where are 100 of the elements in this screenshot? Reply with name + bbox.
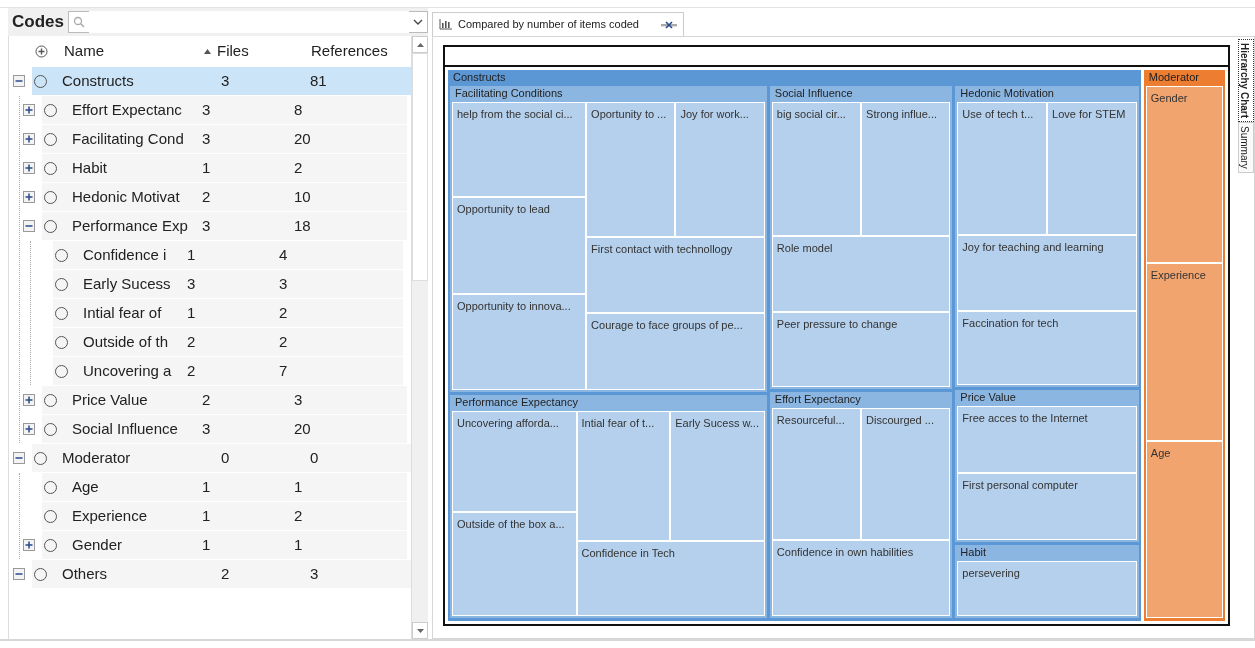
expand-toggle[interactable]: [23, 539, 35, 551]
side-tab[interactable]: Hierarchy Chart: [1238, 39, 1254, 123]
treemap-group[interactable]: Habit persevering: [955, 545, 1139, 618]
treemap-group[interactable]: Moderator Gender Experience Age: [1143, 70, 1225, 621]
collapse-toggle[interactable]: [13, 568, 25, 580]
tree-row[interactable]: Age 1 1: [42, 473, 407, 501]
expand-toggle[interactable]: [23, 423, 35, 435]
treemap-group[interactable]: [448, 70, 1141, 621]
treemap-tile[interactable]: Strong influe...: [861, 102, 951, 236]
dropdown-caret-icon[interactable]: [413, 18, 423, 26]
name-cell-text: Others: [62, 563, 108, 584]
group-label: Effort Expectancy: [773, 391, 862, 407]
files-cell-text: 3: [202, 215, 212, 236]
tree-row[interactable]: Constructs 3 81: [32, 67, 411, 95]
tree-row[interactable]: Experience 1 2: [42, 502, 407, 530]
column-header[interactable]: References: [311, 39, 411, 63]
treemap-tile[interactable]: Uncovering afforda...: [452, 410, 577, 513]
tree-row[interactable]: Uncovering a 2 7: [53, 357, 403, 385]
scroll-thumb[interactable]: [412, 53, 428, 281]
tree-row[interactable]: Habit 1 2: [42, 154, 407, 182]
search-field[interactable]: [67, 11, 428, 33]
tree-row[interactable]: Facilitating Cond 3 20: [42, 125, 407, 153]
treemap-tile[interactable]: Oportunity to ...: [586, 102, 676, 237]
treemap-tile[interactable]: Early Sucess w...: [670, 410, 765, 542]
treemap-tile[interactable]: Peer pressure to change: [771, 312, 951, 387]
expand-toggle[interactable]: [23, 191, 35, 203]
treemap-tile[interactable]: Intial fear of t...: [576, 410, 671, 542]
treemap-tile[interactable]: First personal computer: [957, 472, 1137, 541]
treemap-tile[interactable]: Age: [1145, 440, 1223, 618]
treemap-tile[interactable]: Joy for teaching and learning: [957, 235, 1137, 312]
treemap-tile[interactable]: Gender: [1145, 86, 1223, 264]
treemap-tile[interactable]: Confidence in Tech: [576, 541, 765, 616]
search-icon: [72, 16, 85, 28]
treemap-tile[interactable]: big social cir...: [771, 102, 862, 236]
collapse-toggle[interactable]: [23, 220, 35, 232]
treemap-tile[interactable]: Outside of the box a...: [452, 512, 577, 616]
treemap-tile[interactable]: Discourged ...: [861, 407, 951, 540]
treemap-tile[interactable]: Love for STEM: [1047, 102, 1137, 236]
treemap-tile[interactable]: Resourceful...: [771, 407, 862, 540]
column-header[interactable]: Name: [64, 39, 203, 63]
references-cell-text: 7: [279, 360, 288, 381]
treemap-group[interactable]: Performance Expectancy Uncovering afforda... Outside of the box a... Intial fear of t... Early Sucess w... Confidence in Tech: [450, 394, 767, 618]
treemap-group[interactable]: Facilitating Conditions help from the social ci... Opportunity to lead Opportunity to innova... Oportunity to ... Joy for work... First contact with technollogy Courage to face groups of pe...: [450, 86, 767, 392]
name-cell-text: Age: [72, 476, 100, 497]
treemap-group[interactable]: Social Influence big social cir... Strong influe... Role model Peer pressure to change: [769, 86, 953, 389]
side-tab[interactable]: Summary: [1238, 122, 1254, 173]
expand-toggle[interactable]: [23, 394, 35, 406]
tree-row[interactable]: Social Influence 3 20: [42, 415, 407, 443]
files-cell-text: 2: [202, 389, 212, 410]
treemap-group[interactable]: Hedonic Motivation Use of tech t... Love for STEM Joy for teaching and learning Faccination for tech: [955, 86, 1139, 388]
treemap-tile[interactable]: Role model: [771, 235, 951, 313]
treemap-tile[interactable]: Use of tech t...: [957, 102, 1048, 236]
treemap-group[interactable]: Effort Expectancy Resourceful... Discourged ... Confidence in own habilities: [769, 391, 953, 618]
tree-row[interactable]: Intial fear of 1 2: [53, 299, 403, 327]
tree-row[interactable]: Outside of th 2 2: [53, 328, 403, 356]
expand-toggle[interactable]: [23, 104, 35, 116]
treemap-tile[interactable]: First contact with technollogy: [586, 236, 765, 313]
scroll-up-button[interactable]: [412, 36, 428, 53]
expand-toggle[interactable]: [23, 162, 35, 174]
treemap-tile[interactable]: Courage to face groups of pe...: [586, 312, 765, 390]
chart-tab[interactable]: Compared by number of items coded: [432, 12, 684, 36]
treemap-tile[interactable]: Confidence in own habilities: [771, 539, 951, 616]
close-icon[interactable]: [661, 20, 677, 29]
treemap-tile[interactable]: persevering: [957, 561, 1137, 616]
treemap-tile[interactable]: help from the social ci...: [452, 102, 587, 198]
name-cell-text: Social Influence: [72, 418, 179, 439]
treemap-tile[interactable]: Free acces to the Internet: [957, 406, 1137, 473]
references-cell-text: 18: [294, 215, 311, 236]
tree-row[interactable]: Gender 1 1: [42, 531, 407, 559]
files-cell-text: 1: [202, 157, 212, 178]
files-cell-text: 1: [202, 476, 212, 497]
files-cell-text: 3: [202, 128, 212, 149]
tree-row[interactable]: Performance Exp 3 18: [42, 212, 407, 240]
tree-row[interactable]: Early Sucess 3 3: [53, 270, 403, 298]
scrollbar[interactable]: [411, 36, 428, 639]
tree-row[interactable]: Hedonic Motivat 2 10: [42, 183, 407, 211]
scroll-down-button[interactable]: [412, 622, 428, 639]
treemap-tile[interactable]: Joy for work...: [675, 102, 765, 237]
tree-row[interactable]: Others 2 3: [32, 560, 411, 588]
group-label: Price Value: [959, 390, 1017, 406]
collapse-toggle[interactable]: [13, 452, 25, 464]
expand-toggle[interactable]: [23, 133, 35, 145]
name-cell-text: Intial fear of: [83, 302, 163, 323]
name-cell-text: Confidence i: [83, 244, 168, 265]
treemap-tile[interactable]: Opportunity to lead: [452, 197, 587, 294]
treemap-group[interactable]: Price Value Free acces to the Internet First personal computer: [955, 390, 1139, 543]
tree-row[interactable]: Effort Expectanc 3 8: [42, 96, 407, 124]
expand-all-icon[interactable]: [35, 44, 48, 58]
column-header[interactable]: Files: [217, 39, 249, 63]
references-cell-text: 8: [294, 99, 303, 120]
treemap-tile[interactable]: Faccination for tech: [957, 311, 1137, 386]
tree-row[interactable]: Price Value 2 3: [42, 386, 407, 414]
files-cell-text: 1: [202, 534, 212, 555]
collapse-toggle[interactable]: [13, 75, 25, 87]
tree-row[interactable]: Moderator 0 0: [32, 444, 411, 472]
tree-row[interactable]: Confidence i 1 4: [53, 241, 403, 269]
treemap-tile[interactable]: Experience: [1145, 263, 1223, 441]
files-cell-text: 0: [221, 447, 231, 468]
treemap-tile[interactable]: Opportunity to innova...: [452, 293, 587, 390]
name-cell-text: Effort Expectanc: [72, 99, 183, 120]
